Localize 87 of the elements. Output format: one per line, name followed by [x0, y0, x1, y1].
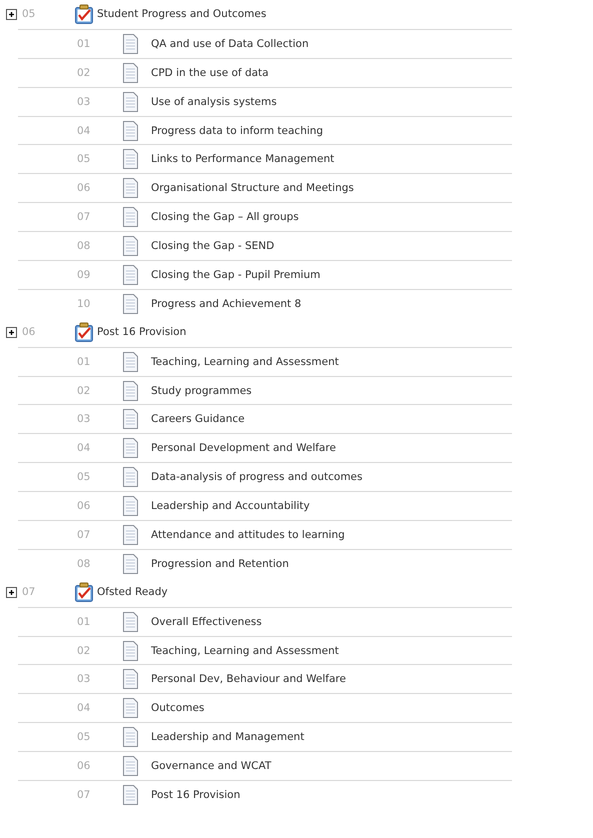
clipboard-icon [74, 582, 94, 603]
item-title[interactable]: Progression and Retention [151, 558, 289, 570]
expand-icon[interactable] [6, 586, 17, 598]
document-icon [123, 784, 138, 805]
item-number: 06 [77, 760, 92, 772]
item-title[interactable]: QA and use of Data Collection [151, 38, 309, 50]
item-title[interactable]: Leadership and Management [151, 731, 304, 744]
item-number: 08 [77, 558, 92, 570]
item-title[interactable]: Organisational Structure and Meetings [151, 182, 354, 194]
document-icon [123, 120, 138, 140]
item-number: 01 [77, 38, 92, 50]
item-number: 02 [77, 644, 92, 657]
document-icon [123, 294, 138, 314]
document-icon [123, 698, 138, 718]
item-number: 01 [77, 616, 92, 628]
item-number: 06 [77, 500, 92, 512]
item-title[interactable]: Use of analysis systems [151, 96, 277, 108]
document-icon [123, 467, 138, 488]
section-title[interactable]: Ofsted Ready [97, 586, 168, 598]
item-number: 05 [77, 471, 92, 484]
item-number: 01 [77, 356, 92, 368]
item-title[interactable]: Closing the Gap – All groups [151, 211, 299, 224]
expand-icon[interactable] [6, 326, 17, 338]
document-icon [123, 524, 138, 545]
item-title[interactable]: Teaching, Learning and Assessment [151, 356, 339, 368]
item-title[interactable]: Post 16 Provision [151, 788, 240, 801]
item-number: 02 [77, 66, 92, 79]
section-number: 05 [22, 8, 36, 20]
document-icon [123, 34, 138, 54]
item-number: 07 [77, 528, 92, 541]
section-title[interactable]: Post 16 Provision [97, 326, 186, 338]
item-number: 08 [77, 240, 92, 252]
item-number: 09 [77, 268, 92, 281]
section-title[interactable]: Student Progress and Outcomes [97, 8, 266, 20]
document-icon [123, 727, 138, 748]
document-icon [123, 409, 138, 430]
item-title[interactable]: Progress and Achievement 8 [151, 298, 302, 310]
item-title[interactable]: Personal Development and Welfare [151, 442, 336, 454]
item-number: 03 [77, 413, 92, 426]
item-title[interactable]: Data-analysis of progress and outcomes [151, 471, 362, 484]
item-number: 04 [77, 702, 92, 714]
item-title[interactable]: Links to Performance Management [151, 153, 334, 166]
item-title[interactable]: CPD in the use of data [151, 66, 269, 79]
item-title[interactable]: Progress data to inform teaching [151, 124, 324, 136]
item-number: 04 [77, 442, 92, 454]
document-icon [123, 380, 138, 401]
item-number: 05 [77, 153, 92, 166]
document-icon [123, 149, 138, 170]
document-icon [123, 554, 138, 574]
document-icon [123, 438, 138, 458]
item-number: 06 [77, 182, 92, 194]
expand-icon[interactable] [6, 8, 17, 20]
section-number: 07 [22, 586, 36, 598]
document-icon [123, 62, 138, 83]
document-icon [123, 236, 138, 256]
item-number: 05 [77, 731, 92, 744]
item-title[interactable]: Attendance and attitudes to learning [151, 528, 345, 541]
document-icon [123, 756, 138, 776]
item-title[interactable]: Personal Dev, Behaviour and Welfare [151, 673, 346, 686]
item-number: 10 [77, 298, 92, 310]
item-number: 03 [77, 673, 92, 686]
document-icon [123, 669, 138, 690]
item-title[interactable]: Governance and WCAT [151, 760, 272, 772]
document-icon [123, 352, 138, 372]
document-icon [123, 612, 138, 632]
item-title[interactable]: Overall Effectiveness [151, 616, 262, 628]
item-title[interactable]: Study programmes [151, 384, 252, 397]
item-title[interactable]: Careers Guidance [151, 413, 245, 426]
item-title[interactable]: Closing the Gap - Pupil Premium [151, 268, 320, 281]
clipboard-icon [74, 4, 94, 25]
item-number: 04 [77, 124, 92, 136]
item-title[interactable]: Closing the Gap - SEND [151, 240, 274, 252]
item-title[interactable]: Outcomes [151, 702, 204, 714]
section-number: 06 [22, 326, 36, 338]
document-icon [123, 264, 138, 285]
document-icon [123, 207, 138, 228]
item-title[interactable]: Teaching, Learning and Assessment [151, 644, 339, 657]
item-title[interactable]: Leadership and Accountability [151, 500, 310, 512]
document-icon [123, 178, 138, 198]
item-number: 07 [77, 788, 92, 801]
document-icon [123, 640, 138, 661]
document-icon [123, 92, 138, 112]
clipboard-icon [74, 322, 94, 343]
document-icon [123, 496, 138, 516]
item-number: 02 [77, 384, 92, 397]
item-number: 07 [77, 211, 92, 224]
item-number: 03 [77, 96, 92, 108]
